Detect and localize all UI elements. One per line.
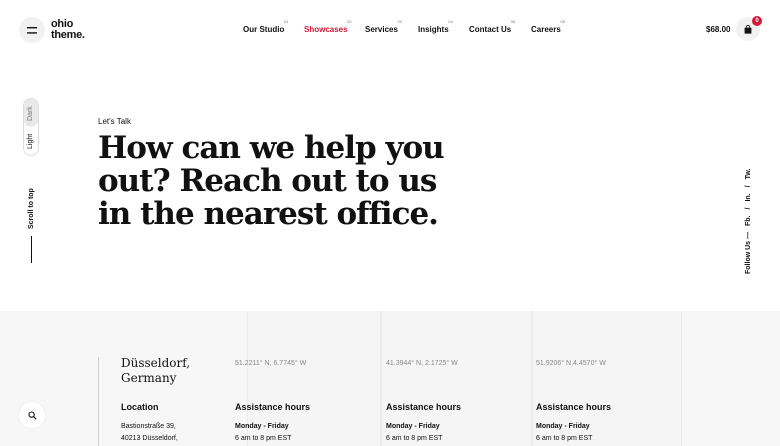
hours-time: 6 am to 8 pm EST [235, 435, 292, 442]
hours-time: 6 am to 8 pm EST [536, 435, 593, 442]
follow-label: Follow Us — [745, 232, 752, 274]
instagram-link[interactable]: In. [745, 193, 752, 201]
facebook-link[interactable]: Fb. [745, 216, 752, 227]
offices-section: Düsseldorf, Germany 51.2211° N, 6.7745° … [0, 311, 780, 446]
nav-label: Our Studio [243, 25, 285, 34]
nav-number: 04 [448, 19, 453, 24]
address-line-1: Bastionstraße 39, [121, 423, 176, 430]
nav-number: 03 [397, 19, 402, 24]
office-city-line-2: Germany [121, 371, 177, 385]
scroll-to-top-link[interactable]: Scroll to top [28, 188, 35, 229]
nav-item-insights[interactable]: Insights 04 [418, 19, 453, 34]
separator: / [745, 207, 752, 210]
scroll-indicator-line [31, 236, 32, 263]
social-follow: Follow Us — Fb. / In. / Tw. [745, 169, 752, 274]
office-coordinates: 51.9206° N,4.4570° W [536, 360, 606, 367]
hours-time: 6 am to 8 pm EST [386, 435, 443, 442]
hours-days: Monday - Friday [235, 423, 289, 430]
nav-number: 01 [283, 19, 289, 24]
main-nav: Our Studio 01 Showcases 02 Services 03 I… [0, 0, 780, 60]
hours-days: Monday - Friday [386, 423, 440, 430]
office-coordinates: 51.2211° N, 6.7745° W [235, 360, 307, 367]
shopping-bag-icon [744, 24, 752, 34]
nav-number: 06 [560, 19, 565, 24]
cart-count-badge: 0 [752, 16, 762, 26]
search-button[interactable] [19, 402, 45, 428]
hours-days: Monday - Friday [536, 423, 590, 430]
section-eyebrow: Let's Talk [98, 117, 131, 126]
address-line-2: 40213 Düsseldorf, [121, 435, 178, 442]
office-city: Düsseldorf, Germany [121, 356, 190, 386]
nav-item-contact-us[interactable]: Contact Us 05 [469, 19, 515, 34]
office-address: Bastionstraße 39, 40213 Düsseldorf, [121, 421, 178, 445]
search-icon [27, 410, 37, 420]
nav-label: Contact Us [469, 25, 512, 34]
twitter-link[interactable]: Tw. [745, 169, 752, 180]
assistance-hours-heading: Assistance hours [536, 402, 612, 412]
nav-number: 02 [347, 19, 352, 24]
nav-item-our-studio[interactable]: Our Studio 01 [243, 19, 288, 34]
office-coordinates: 41.3944° N, 2.1725° W [386, 360, 458, 367]
assistance-hours-heading: Assistance hours [386, 402, 462, 412]
nav-label: Services [365, 25, 398, 34]
location-heading: Location [121, 402, 159, 412]
office-divider [98, 357, 99, 446]
assistance-hours-heading: Assistance hours [235, 402, 311, 412]
theme-light-option[interactable]: Light [27, 134, 34, 149]
hours-block: Monday - Friday 6 am to 8 pm EST [536, 421, 592, 445]
theme-dark-option[interactable]: Dark [27, 106, 34, 121]
cart-total[interactable]: $68.00 [706, 25, 730, 34]
nav-label: Insights [418, 25, 449, 34]
nav-number: 05 [510, 19, 516, 24]
nav-item-showcases[interactable]: Showcases 02 [304, 19, 352, 34]
hours-block: Monday - Friday 6 am to 8 pm EST [386, 421, 442, 445]
office-city-line-1: Düsseldorf, [121, 356, 191, 370]
separator: / [745, 185, 752, 188]
nav-item-services[interactable]: Services 03 [365, 19, 402, 34]
nav-item-careers[interactable]: Careers 06 [531, 19, 565, 34]
nav-label: Careers [531, 25, 561, 34]
nav-label: Showcases [304, 25, 348, 34]
hours-block: Monday - Friday 6 am to 8 pm EST [235, 421, 291, 445]
page-headline: How can we help you out? Reach out to us… [98, 130, 445, 232]
